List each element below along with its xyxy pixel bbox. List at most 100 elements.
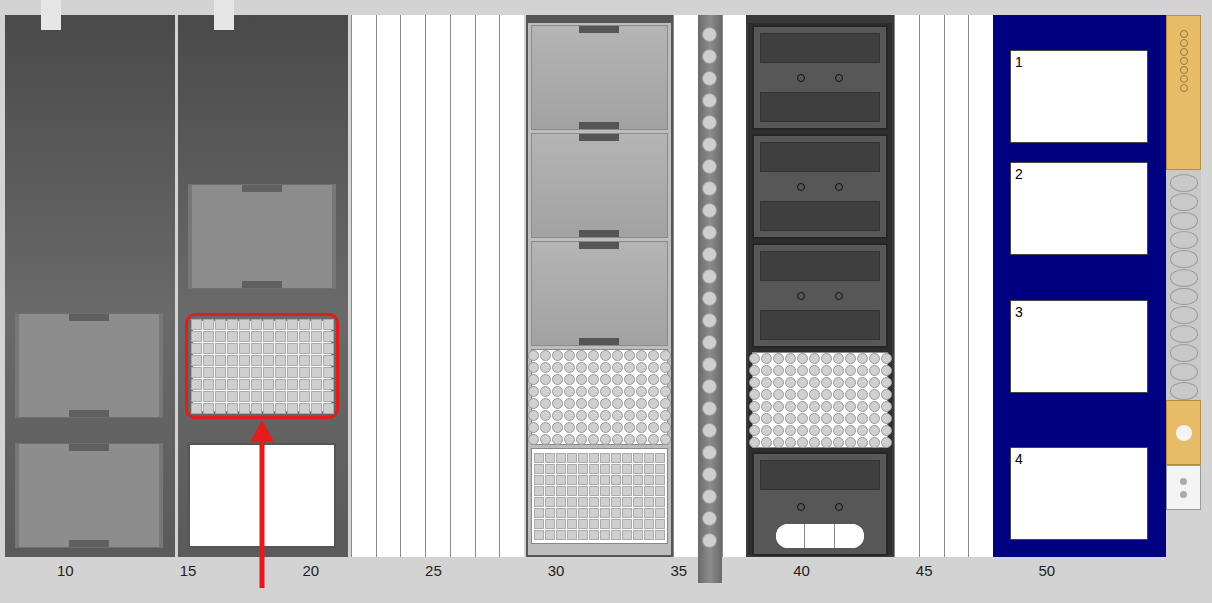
- well: [624, 362, 635, 373]
- dot-row: [760, 292, 880, 300]
- well: [215, 403, 226, 414]
- well: [556, 519, 566, 529]
- notch: [579, 338, 619, 345]
- labware-slot[interactable]: [752, 134, 888, 239]
- labware-slot[interactable]: [531, 25, 668, 130]
- well: [215, 355, 226, 366]
- well: [203, 331, 214, 342]
- well: [263, 355, 274, 366]
- well: [655, 508, 665, 518]
- well: [287, 403, 298, 414]
- well: [323, 331, 334, 342]
- well: [227, 355, 238, 366]
- axis-tick: 20: [249, 562, 372, 580]
- well: [299, 343, 310, 354]
- well: [589, 453, 599, 463]
- well: [749, 401, 760, 412]
- labware-slot[interactable]: [531, 241, 668, 346]
- labware-slot[interactable]: [15, 313, 163, 418]
- well: [540, 350, 551, 361]
- labware-slot[interactable]: [531, 448, 668, 544]
- labware-slot[interactable]: [752, 25, 888, 130]
- well: [323, 403, 334, 414]
- well: [785, 425, 796, 436]
- notch: [579, 122, 619, 129]
- empty-tracks[interactable]: [894, 15, 993, 557]
- tip-strip[interactable]: [698, 15, 722, 583]
- labware-slot[interactable]: [752, 243, 888, 348]
- well: [299, 319, 310, 330]
- well: [251, 379, 262, 390]
- carrier-position[interactable]: 3: [1010, 300, 1148, 393]
- carrier-position[interactable]: 1: [1010, 50, 1148, 143]
- labware-slot[interactable]: [752, 452, 888, 556]
- labware-slot[interactable]: [188, 184, 336, 289]
- tip-icon: [702, 49, 717, 64]
- well: [251, 331, 262, 342]
- well: [648, 350, 659, 361]
- well: [622, 486, 632, 496]
- carrier-tab: [214, 0, 234, 30]
- carrier[interactable]: [526, 15, 673, 557]
- carrier-position[interactable]: 2: [1010, 162, 1148, 255]
- well: [588, 422, 599, 433]
- well: [191, 379, 202, 390]
- well: [881, 413, 892, 424]
- well: [564, 398, 575, 409]
- notch: [579, 230, 619, 237]
- notch: [69, 540, 109, 547]
- well: [648, 398, 659, 409]
- labware-slot[interactable]: [531, 349, 668, 445]
- well: [809, 353, 820, 364]
- pointer-arrow-icon: [247, 420, 277, 590]
- well: [821, 377, 832, 388]
- well: [540, 398, 551, 409]
- labware-slot[interactable]: [192, 320, 332, 412]
- well: [540, 410, 551, 421]
- well: [600, 350, 611, 361]
- well: [761, 437, 772, 448]
- tip-icon: [702, 313, 717, 328]
- box-band: [760, 310, 880, 340]
- well: [191, 319, 202, 330]
- well: [773, 425, 784, 436]
- tip-icon: [702, 445, 717, 460]
- well: [881, 389, 892, 400]
- empty-tracks[interactable]: [722, 15, 747, 557]
- tip-icon: [702, 71, 717, 86]
- well: [564, 422, 575, 433]
- well: [612, 386, 623, 397]
- well: [299, 391, 310, 402]
- well: [567, 486, 577, 496]
- labware-slot[interactable]: [531, 133, 668, 238]
- well: [622, 519, 632, 529]
- well: [545, 508, 555, 518]
- carrier[interactable]: [5, 15, 175, 557]
- empty-tracks[interactable]: [673, 15, 698, 557]
- well: [528, 410, 539, 421]
- position-label: 1: [1015, 54, 1023, 70]
- well: [299, 403, 310, 414]
- empty-tracks[interactable]: [351, 15, 524, 557]
- carrier[interactable]: [746, 15, 894, 557]
- track: [894, 15, 919, 557]
- well: [857, 353, 868, 364]
- tip-icon: [702, 137, 717, 152]
- labware-slot[interactable]: [15, 443, 163, 548]
- ring-icon: [835, 74, 843, 82]
- labware-slot[interactable]: [752, 352, 888, 448]
- position-carrier[interactable]: 1 2 3 4: [993, 15, 1166, 557]
- well: [263, 319, 274, 330]
- well: [578, 519, 588, 529]
- well: [611, 464, 621, 474]
- well: [311, 367, 322, 378]
- well: [749, 413, 760, 424]
- carrier-position[interactable]: 4: [1010, 447, 1148, 540]
- well: [203, 403, 214, 414]
- position-label: 4: [1015, 451, 1023, 467]
- well: [556, 453, 566, 463]
- well: [809, 377, 820, 388]
- dot-row: [760, 503, 880, 511]
- well: [215, 331, 226, 342]
- well: [567, 530, 577, 540]
